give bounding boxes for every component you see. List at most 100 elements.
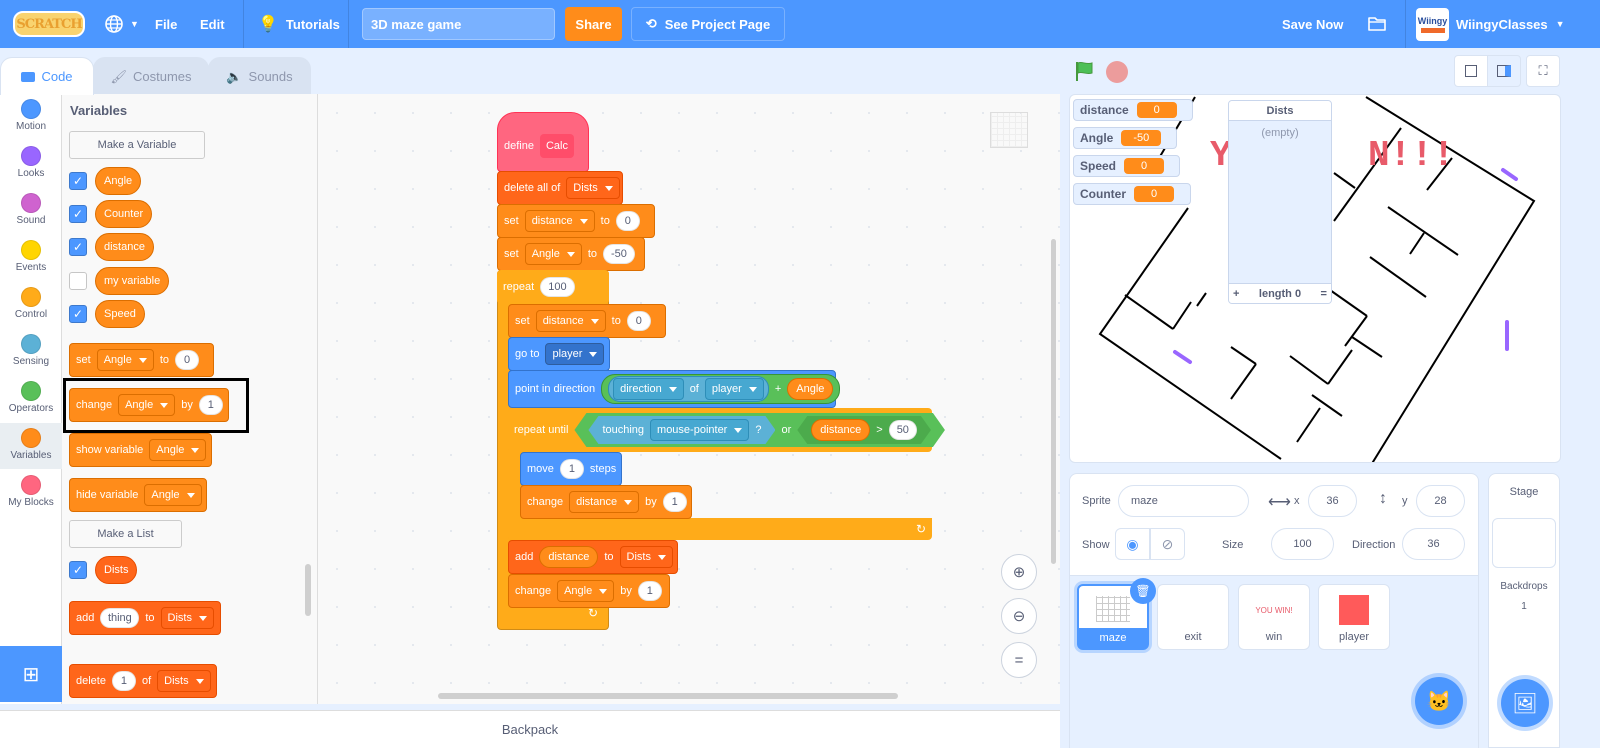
- delete-of-list-block[interactable]: delete 1 of Dists: [69, 664, 217, 698]
- list-dropdown[interactable]: Dists: [157, 670, 211, 692]
- large-stage-button[interactable]: [1487, 55, 1521, 87]
- set-distance-block[interactable]: set distance to 0: [508, 304, 666, 338]
- sprite-tile-player[interactable]: player: [1318, 584, 1390, 650]
- or-operator[interactable]: touching mouse-pointer ? or distance > 5…: [574, 413, 945, 447]
- monitor-distance[interactable]: distance 0: [1073, 99, 1193, 121]
- of-sensing-reporter[interactable]: direction of player: [608, 376, 769, 402]
- sprite-tile-win[interactable]: YOU WIN! win: [1238, 584, 1310, 650]
- delete-all-block[interactable]: delete all of Dists: [497, 171, 623, 205]
- scratch-logo[interactable]: SCRATCH: [13, 11, 85, 37]
- fullscreen-button[interactable]: ⛶: [1526, 55, 1560, 87]
- value-input[interactable]: -50: [603, 244, 635, 264]
- value-input[interactable]: 1: [662, 492, 687, 512]
- category-operators[interactable]: Operators: [0, 376, 62, 422]
- add-to-list-block[interactable]: add thing to Dists: [69, 601, 221, 635]
- checkbox-angle[interactable]: ✓: [69, 172, 87, 190]
- repeat-header[interactable]: repeat 100: [497, 270, 609, 304]
- language-menu[interactable]: ▼: [104, 0, 139, 48]
- tab-costumes[interactable]: 🖌 Costumes: [93, 57, 209, 95]
- add-extension-button[interactable]: ⊞: [0, 646, 62, 702]
- list-resize-handle[interactable]: =: [1321, 288, 1327, 300]
- category-my-blocks[interactable]: My Blocks: [0, 470, 62, 516]
- go-to-block[interactable]: go to player: [508, 337, 610, 371]
- category-sensing[interactable]: Sensing: [0, 329, 62, 375]
- value-input[interactable]: 100: [540, 277, 575, 297]
- variable-speed[interactable]: Speed: [95, 300, 145, 328]
- make-variable-button[interactable]: Make a Variable: [69, 131, 205, 159]
- script-area[interactable]: define Calc delete all of Dists set dist…: [318, 94, 1060, 704]
- category-motion[interactable]: Motion: [0, 94, 62, 140]
- value-input[interactable]: 0: [175, 350, 200, 370]
- variable-dropdown[interactable]: Angle: [524, 243, 582, 265]
- hide-variable-block[interactable]: hide variable Angle: [69, 478, 207, 512]
- y-input[interactable]: 28: [1416, 485, 1465, 517]
- tab-sounds[interactable]: 🔈 Sounds: [208, 57, 311, 95]
- choose-sprite-button[interactable]: 🐱: [1415, 677, 1463, 725]
- target-dropdown[interactable]: player: [545, 343, 605, 365]
- share-button[interactable]: Share: [565, 7, 622, 41]
- make-list-button[interactable]: Make a List: [69, 520, 182, 548]
- category-events[interactable]: Events: [0, 235, 62, 281]
- variable-dropdown[interactable]: Angle: [96, 349, 154, 371]
- green-flag-button[interactable]: [1074, 60, 1096, 85]
- value-input[interactable]: 50: [889, 420, 917, 440]
- add-operator[interactable]: direction of player + Angle: [601, 374, 841, 404]
- variable-dropdown[interactable]: Angle: [149, 439, 207, 461]
- list-dropdown[interactable]: Dists: [619, 546, 673, 568]
- choose-backdrop-button[interactable]: 🖼: [1501, 679, 1549, 727]
- value-input[interactable]: thing: [100, 608, 140, 628]
- hide-sprite-button[interactable]: ⊘: [1150, 528, 1185, 560]
- point-in-direction-block[interactable]: point in direction direction of player +…: [508, 370, 841, 408]
- variable-dropdown[interactable]: Angle: [144, 484, 202, 506]
- sprite-name-input[interactable]: maze: [1118, 485, 1249, 517]
- value-input[interactable]: 1: [637, 581, 662, 601]
- value-input[interactable]: 1: [111, 671, 136, 691]
- change-distance-block[interactable]: change distance by 1: [520, 485, 692, 519]
- variable-dropdown[interactable]: distance: [569, 491, 640, 513]
- value-input[interactable]: 1: [559, 459, 584, 479]
- repeat-until-block[interactable]: repeat until touching mouse-pointer ? or…: [508, 408, 932, 452]
- direction-input[interactable]: 36: [1402, 528, 1465, 560]
- value-input[interactable]: 0: [626, 311, 651, 331]
- horizontal-scrollbar[interactable]: [438, 693, 898, 699]
- project-title-input[interactable]: 3D maze game: [362, 8, 555, 40]
- add-to-list-block[interactable]: add distance to Dists: [508, 540, 678, 574]
- zoom-out-button[interactable]: ⊖: [1001, 598, 1037, 634]
- set-angle-block[interactable]: set Angle to -50: [497, 237, 645, 271]
- variable-dropdown[interactable]: distance: [535, 310, 606, 332]
- variable-angle[interactable]: Angle: [95, 167, 142, 195]
- touching-block[interactable]: touching mouse-pointer ?: [588, 416, 775, 444]
- checkbox-my-variable[interactable]: [69, 272, 87, 290]
- variable-counter[interactable]: Counter: [95, 200, 153, 228]
- angle-reporter[interactable]: Angle: [787, 378, 834, 400]
- stop-button[interactable]: [1106, 61, 1128, 83]
- edit-menu[interactable]: Edit: [200, 0, 225, 48]
- greater-than-block[interactable]: distance > 50: [797, 416, 931, 444]
- define-block[interactable]: define Calc: [497, 112, 589, 172]
- save-now-button[interactable]: Save Now: [1282, 0, 1343, 48]
- sprite-tile-exit[interactable]: exit: [1157, 584, 1229, 650]
- palette-scrollbar[interactable]: [305, 564, 311, 616]
- zoom-in-button[interactable]: ⊕: [1001, 554, 1037, 590]
- backpack[interactable]: Backpack: [0, 710, 1060, 748]
- change-angle-block[interactable]: change Angle by 1: [508, 574, 670, 608]
- size-input[interactable]: 100: [1271, 528, 1334, 560]
- delete-sprite-button[interactable]: 🗑: [1130, 578, 1156, 604]
- show-variable-block[interactable]: show variable Angle: [69, 433, 212, 467]
- touching-dropdown[interactable]: mouse-pointer: [650, 419, 749, 441]
- vertical-scrollbar[interactable]: [1051, 239, 1056, 564]
- value-input[interactable]: 0: [615, 211, 640, 231]
- file-menu[interactable]: File: [155, 0, 177, 48]
- small-stage-button[interactable]: [1454, 55, 1488, 87]
- list-dists[interactable]: Dists: [95, 556, 138, 584]
- move-steps-block[interactable]: move 1 steps: [520, 452, 622, 486]
- custom-block-name[interactable]: Calc: [539, 134, 574, 158]
- monitor-angle[interactable]: Angle -50: [1073, 127, 1177, 149]
- distance-reporter[interactable]: distance: [539, 546, 599, 568]
- variable-dropdown[interactable]: Angle: [557, 580, 615, 602]
- checkbox-speed[interactable]: ✓: [69, 305, 87, 323]
- account-menu[interactable]: WiingyClasses ▼: [1456, 0, 1565, 48]
- avatar[interactable]: Wiingy: [1416, 8, 1449, 41]
- monitor-counter[interactable]: Counter 0: [1073, 183, 1191, 205]
- variable-dropdown[interactable]: distance: [524, 210, 595, 232]
